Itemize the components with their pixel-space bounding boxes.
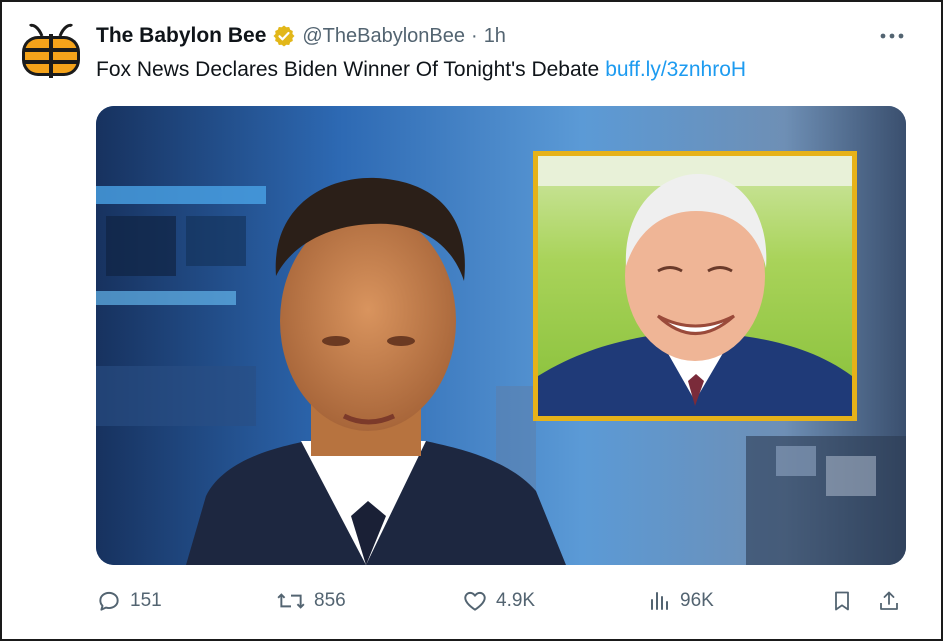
tweet-image[interactable] <box>96 106 906 565</box>
like-count: 4.9K <box>496 590 536 611</box>
heart-icon <box>464 591 486 611</box>
tweet-link[interactable]: buff.ly/3znhroH <box>605 58 746 81</box>
verified-badge-icon <box>273 25 295 47</box>
tweet-body: Fox News Declares Biden Winner Of Tonigh… <box>96 58 600 81</box>
reply-count: 151 <box>130 590 162 611</box>
repost-button[interactable]: 856 <box>276 587 346 615</box>
inset-photo <box>533 151 857 421</box>
babylon-bee-logo-icon <box>22 23 80 78</box>
repost-icon <box>277 593 305 609</box>
like-button[interactable]: 4.9K <box>462 587 535 615</box>
share-button[interactable] <box>877 587 909 615</box>
action-bar: 151 856 4.9K 96K <box>96 587 908 615</box>
display-name[interactable]: The Babylon Bee <box>96 24 266 48</box>
views-button[interactable]: 96K <box>648 587 714 615</box>
avatar[interactable] <box>20 20 82 82</box>
handle[interactable]: @TheBabylonBee <box>302 25 465 48</box>
tweet-text: Fox News Declares Biden Winner Of Tonigh… <box>96 58 746 82</box>
inset-portrait <box>538 156 852 416</box>
views-count: 96K <box>680 590 714 611</box>
bookmark-icon <box>835 591 849 611</box>
share-icon <box>880 591 898 610</box>
more-icon <box>880 33 904 39</box>
separator-dot: · <box>471 24 478 47</box>
more-options-button[interactable] <box>877 26 907 46</box>
reply-icon <box>99 591 119 611</box>
tweet-card: The Babylon Bee @TheBabylonBee · 1h Fox … <box>0 0 943 641</box>
tweet-header: The Babylon Bee @TheBabylonBee · 1h <box>96 22 506 50</box>
timestamp[interactable]: 1h <box>484 25 506 48</box>
repost-count: 856 <box>314 590 346 611</box>
views-icon <box>651 592 668 610</box>
reply-button[interactable]: 151 <box>96 587 162 615</box>
bookmark-button[interactable] <box>830 587 862 615</box>
